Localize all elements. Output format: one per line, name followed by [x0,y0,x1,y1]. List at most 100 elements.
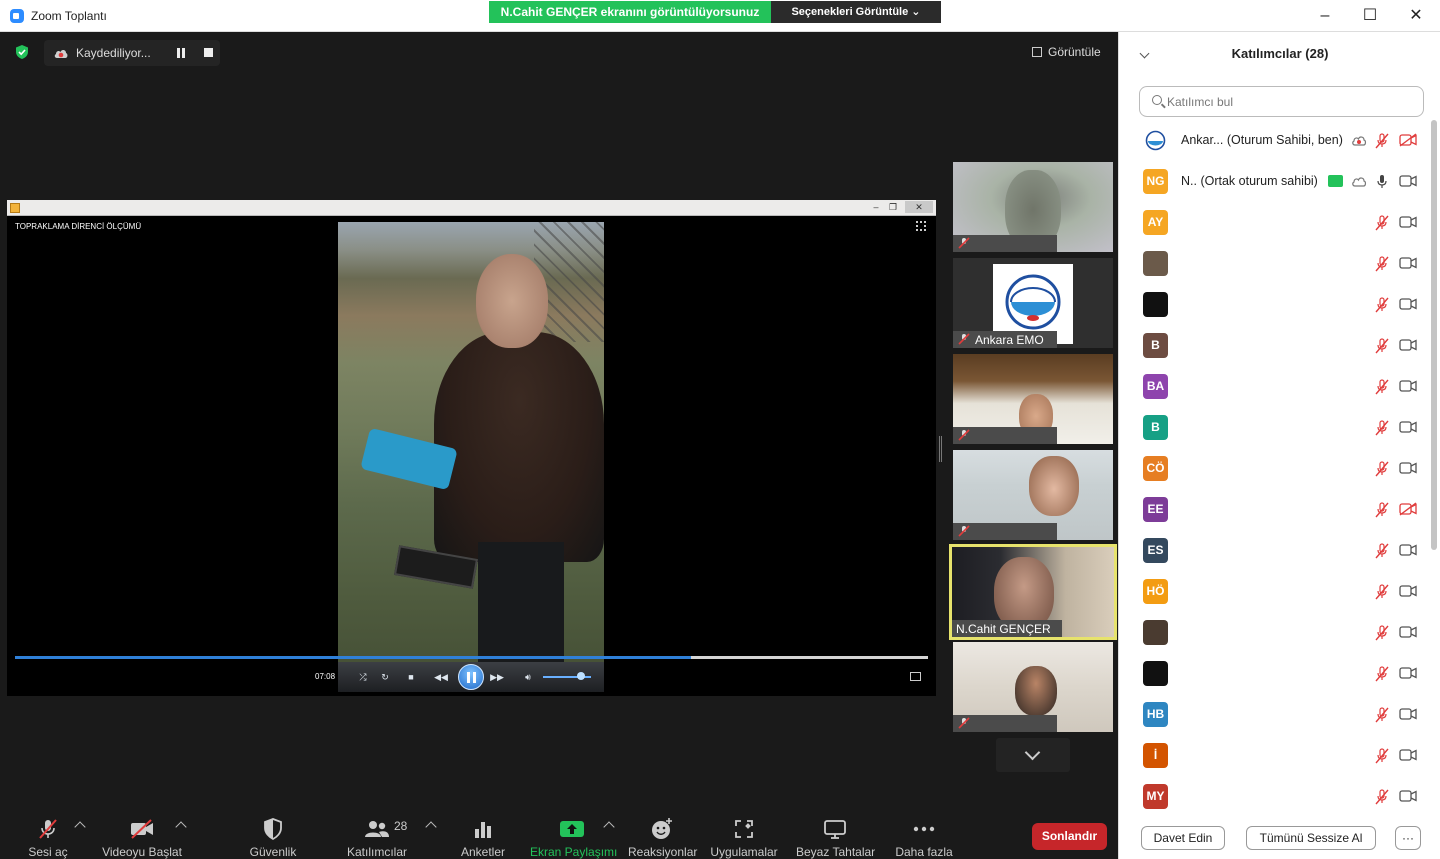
microphone-muted-icon[interactable] [1375,461,1389,477]
camera-icon[interactable] [1399,461,1417,475]
microphone-muted-icon[interactable] [1375,215,1389,231]
thumbnails-scroll-down-button[interactable] [996,738,1070,772]
camera-icon[interactable] [1399,338,1417,352]
participant-thumbnail[interactable] [953,642,1113,732]
participant-row[interactable]: B [1119,407,1429,448]
invite-button[interactable]: Davet Edin [1141,826,1225,850]
microphone-muted-icon[interactable] [1375,584,1389,600]
participant-thumbnail[interactable] [953,354,1113,444]
stop-icon[interactable]: ■ [404,671,418,683]
participant-thumbnail[interactable]: N.Cahit GENÇER [949,544,1117,640]
participant-row[interactable]: B [1119,325,1429,366]
maximize-icon[interactable]: ☐ [1355,4,1385,28]
camera-icon[interactable] [1399,379,1417,393]
pause-recording-icon[interactable] [176,48,186,58]
view-layout-button[interactable]: Görüntüle [1028,42,1101,64]
participant-row[interactable] [1119,612,1429,653]
camera-icon[interactable] [1399,420,1417,434]
camera-icon[interactable] [1399,707,1417,721]
volume-icon[interactable]: 🔊︎ [521,671,535,683]
participant-row[interactable]: AY [1119,202,1429,243]
camera-icon[interactable] [1399,584,1417,598]
share-screen-button[interactable]: Ekran Paylaşımı [530,815,617,859]
microphone-muted-icon[interactable] [1375,133,1389,149]
microphone-icon[interactable] [1375,174,1389,190]
camera-off-icon[interactable] [1399,502,1417,516]
fast-forward-icon[interactable]: ▶▶ [490,671,504,683]
participant-row[interactable]: ES [1119,530,1429,571]
microphone-muted-icon[interactable] [1375,707,1389,723]
close-icon[interactable]: ✕ [1401,4,1431,28]
panel-more-button[interactable]: ··· [1395,826,1421,850]
seek-bar[interactable] [15,656,928,659]
microphone-muted-icon[interactable] [1375,789,1389,805]
participant-list-scrollbar[interactable] [1431,120,1437,550]
microphone-muted-icon[interactable] [1375,379,1389,395]
rewind-icon[interactable]: ◀◀ [434,671,448,683]
participant-row[interactable] [1119,284,1429,325]
whiteboards-button[interactable]: Beyaz Tahtalar [796,815,875,859]
media-minimize-icon[interactable]: – [869,201,883,213]
camera-icon[interactable] [1399,748,1417,762]
start-video-button[interactable]: Videoyu Başlat [102,815,182,859]
reactions-button[interactable]: Reaksiyonlar [628,815,697,859]
microphone-muted-icon[interactable] [1375,420,1389,436]
media-restore-icon[interactable]: ❐ [886,201,900,213]
participant-row[interactable]: NG N.. (Ortak oturum sahibi) [1119,161,1429,202]
camera-off-icon[interactable] [1399,133,1417,147]
camera-icon[interactable] [1399,666,1417,680]
camera-icon[interactable] [1399,174,1417,188]
participant-row[interactable]: BA [1119,366,1429,407]
participant-row[interactable]: MY [1119,776,1429,817]
microphone-muted-icon[interactable] [1375,666,1389,682]
apps-button[interactable]: Uygulamalar [708,815,780,859]
participant-row[interactable]: CÖ [1119,448,1429,489]
participant-search[interactable] [1139,86,1424,117]
camera-icon[interactable] [1399,789,1417,803]
participant-row[interactable]: HÖ [1119,571,1429,612]
repeat-icon[interactable]: ↻ [378,671,392,683]
participant-row[interactable] [1119,243,1429,284]
security-button[interactable]: Güvenlik [246,815,300,859]
camera-icon[interactable] [1399,625,1417,639]
unmute-button[interactable]: Sesi aç [22,815,74,859]
mute-all-button[interactable]: Tümünü Sessize Al [1246,826,1376,850]
microphone-muted-icon[interactable] [1375,338,1389,354]
shared-media-player[interactable]: – ❐ ✕ TOPRAKLAMA DİRENCİ ÖLÇÜMÜ 07:08 ⤮ … [7,200,936,696]
fullscreen-icon[interactable] [916,221,926,231]
end-meeting-button[interactable]: Sonlandır [1032,823,1107,850]
shuffle-icon[interactable]: ⤮ [356,671,370,683]
minimize-icon[interactable]: – [1310,4,1340,28]
participant-thumbnail[interactable] [953,450,1113,540]
microphone-muted-icon[interactable] [1375,256,1389,272]
view-options-button[interactable]: Seçenekleri Görüntüle ⌄ [771,1,941,23]
pause-icon[interactable] [458,664,484,690]
participant-thumbnail[interactable]: Ankara EMO [953,258,1113,348]
participant-row[interactable]: İ [1119,735,1429,776]
volume-knob[interactable] [577,672,586,680]
camera-icon[interactable] [1399,215,1417,229]
participants-options-caret-icon[interactable] [425,821,437,833]
audio-options-caret-icon[interactable] [74,821,86,833]
microphone-muted-icon[interactable] [1375,502,1389,518]
microphone-muted-icon[interactable] [1375,297,1389,313]
microphone-muted-icon[interactable] [1375,543,1389,559]
switch-to-library-icon[interactable] [910,672,921,681]
polls-button[interactable]: Anketler [458,815,508,859]
participant-row[interactable]: EE [1119,489,1429,530]
panel-splitter-handle[interactable] [939,436,942,462]
encryption-shield-icon[interactable] [14,44,30,60]
camera-icon[interactable] [1399,297,1417,311]
participant-row[interactable]: Ankar... (Oturum Sahibi, ben) [1119,120,1429,161]
microphone-muted-icon[interactable] [1375,748,1389,764]
participant-thumbnail[interactable] [953,162,1113,252]
microphone-muted-icon[interactable] [1375,625,1389,641]
media-close-icon[interactable]: ✕ [905,201,933,213]
stop-recording-icon[interactable] [204,48,213,57]
camera-icon[interactable] [1399,256,1417,270]
camera-icon[interactable] [1399,543,1417,557]
more-button[interactable]: Daha fazla [894,815,954,859]
participant-row[interactable]: HB [1119,694,1429,735]
participant-search-input[interactable] [1167,92,1417,112]
participant-row[interactable] [1119,653,1429,694]
